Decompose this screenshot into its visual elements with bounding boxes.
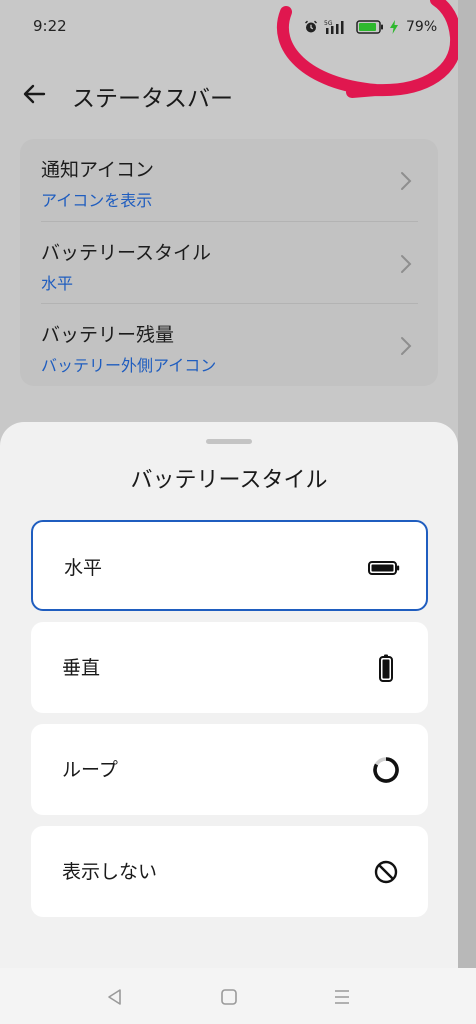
arrow-left-icon[interactable] <box>18 78 50 110</box>
drag-handle[interactable] <box>206 439 252 444</box>
battery-style-sheet: バッテリースタイル 水平 垂直 ループ 表示しない <box>0 422 458 968</box>
option-label: 表示しない <box>62 861 158 883</box>
option-horizontal[interactable]: 水平 <box>31 520 428 611</box>
option-label: 垂直 <box>62 657 101 679</box>
status-time: 9:22 <box>33 17 67 35</box>
setting-row-notification-icons[interactable]: 通知アイコン アイコンを表示 <box>20 139 438 220</box>
setting-row-battery-level[interactable]: バッテリー残量 バッテリー外側アイコン <box>20 304 438 385</box>
option-label: ループ <box>62 759 118 781</box>
settings-card: 通知アイコン アイコンを表示 バッテリースタイル 水平 バッテリー残量 バッテリ… <box>20 139 438 386</box>
option-label: 水平 <box>64 557 103 579</box>
screen-edge <box>458 0 476 1024</box>
hide-icon <box>374 860 398 884</box>
setting-title: バッテリースタイル <box>41 242 212 264</box>
setting-title: バッテリー残量 <box>41 324 175 346</box>
option-hide[interactable]: 表示しない <box>31 826 428 917</box>
page-title: ステータスバー <box>72 86 233 112</box>
chevron-right-icon <box>401 172 412 190</box>
option-loop[interactable]: ループ <box>31 724 428 815</box>
setting-value: アイコンを表示 <box>41 191 153 210</box>
battery-horizontal-icon <box>368 561 400 575</box>
navigation-bar <box>0 968 476 1024</box>
setting-title: 通知アイコン <box>41 159 155 181</box>
status-bar: 9:22 5G 79% <box>0 0 476 98</box>
chevron-right-icon <box>401 255 412 273</box>
setting-value: バッテリー外側アイコン <box>41 356 217 375</box>
recents-icon[interactable] <box>331 986 353 1008</box>
app-bar: ステータスバー <box>0 66 476 122</box>
home-icon[interactable] <box>218 986 240 1008</box>
setting-value: 水平 <box>41 274 74 293</box>
sheet-title: バッテリースタイル <box>130 468 328 493</box>
setting-row-battery-style[interactable]: バッテリースタイル 水平 <box>20 222 438 303</box>
option-vertical[interactable]: 垂直 <box>31 622 428 713</box>
back-icon[interactable] <box>104 986 126 1008</box>
battery-ring-icon <box>373 757 399 783</box>
battery-vertical-icon <box>379 654 393 682</box>
chevron-right-icon <box>401 337 412 355</box>
